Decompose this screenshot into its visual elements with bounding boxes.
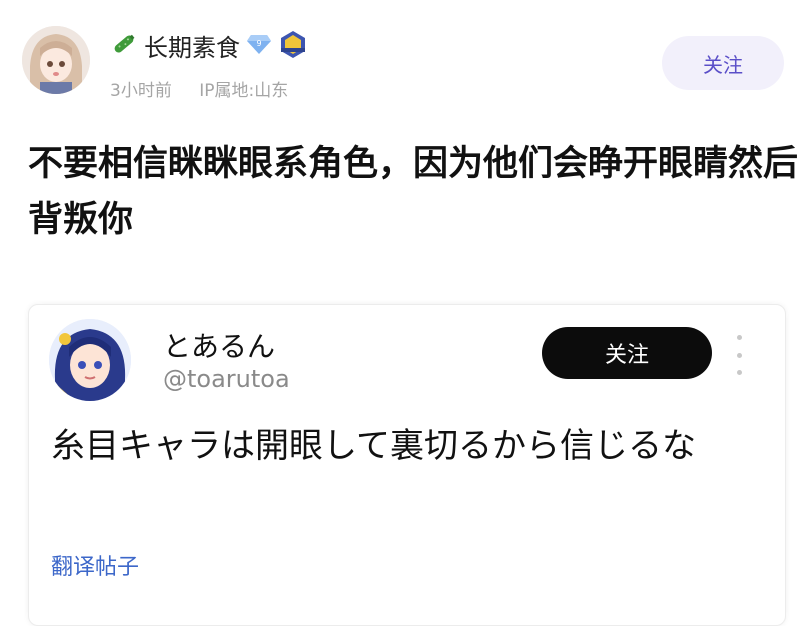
svg-text:9: 9 [256,39,261,48]
cucumber-icon [110,30,138,62]
quoted-post-card[interactable]: とあるん @toarutoa 关注 糸目キャラは開眼して裏切るから信じるな 翻译… [28,304,786,626]
quoted-author-handle[interactable]: @toarutoa [163,365,290,393]
author-row: 长期素食 9 [110,28,308,63]
author-avatar[interactable] [22,26,90,94]
translate-post-link[interactable]: 翻译帖子 [51,549,139,581]
diamond-badge-icon: 9 [246,31,272,61]
follow-button[interactable]: 关注 [662,36,784,90]
post-time: 3小时前 [110,81,172,101]
level-badge-icon [278,29,308,63]
quoted-post-text: 糸目キャラは開眼して裏切るから信じるな [51,426,696,466]
quoted-author-name[interactable]: とあるん [163,325,275,365]
ip-location: IP属地:山东 [199,81,289,101]
more-options-icon[interactable] [732,335,746,375]
quoted-follow-button[interactable]: 关注 [542,327,712,379]
post-meta: 3小时前 IP属地:山东 [110,76,288,101]
post-text: 不要相信眯眯眼系角色，因为他们会睁开眼睛然后背叛你 [28,144,799,240]
quoted-author-avatar[interactable] [49,319,131,401]
author-name[interactable]: 长期素食 [144,28,240,63]
